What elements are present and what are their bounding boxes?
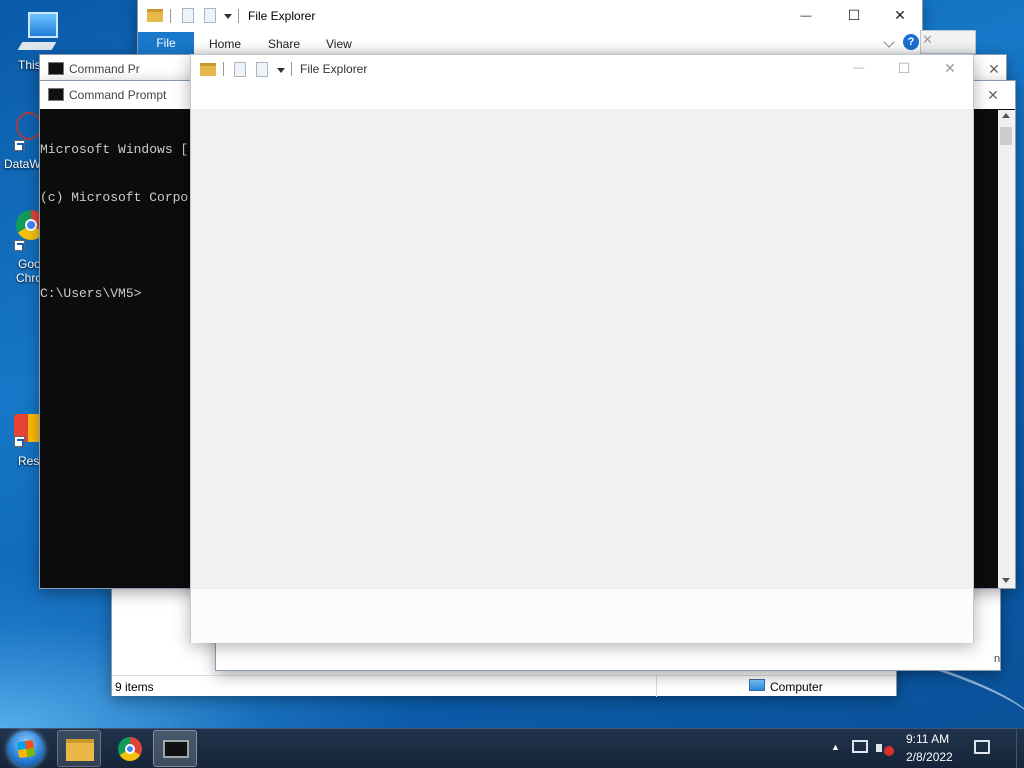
customize-qat-arrow-icon[interactable] — [277, 68, 285, 73]
title-bar[interactable]: File Explorer — ☐ ✕ — [191, 55, 973, 109]
monitor-stand-icon — [17, 42, 57, 50]
speaker-shape — [876, 744, 882, 752]
separator — [170, 9, 171, 23]
show-hidden-icons-button[interactable]: ▲ — [831, 742, 840, 752]
maximize-button[interactable]: ☐ — [882, 54, 926, 82]
cmd-icon — [163, 740, 189, 758]
file-explorer-window-back[interactable]: File Explorer — ☐ ✕ File Home Share View… — [137, 0, 923, 60]
expand-ribbon-chevron-icon[interactable] — [883, 36, 895, 48]
tab-home[interactable]: Home — [209, 37, 241, 51]
window-title: File Explorer — [248, 9, 316, 23]
cmd-icon — [48, 88, 64, 101]
minimize-button[interactable]: — — [784, 2, 828, 30]
close-button[interactable]: ✕ — [972, 55, 1016, 83]
bottom-area — [191, 589, 973, 643]
window-title: Command Prompt — [69, 88, 167, 102]
status-divider — [656, 676, 657, 697]
new-folder-icon[interactable] — [256, 62, 268, 77]
scrollbar-thumb[interactable] — [1000, 127, 1012, 145]
title-bar[interactable]: File Explorer — ☐ ✕ — [138, 0, 922, 30]
shortcut-arrow-icon — [14, 436, 25, 447]
mute-badge — [884, 746, 894, 756]
folder-icon — [66, 739, 94, 761]
taskbar-file-explorer[interactable] — [57, 730, 101, 767]
separator — [238, 9, 239, 23]
close-button[interactable]: ✕ — [878, 1, 922, 29]
tab-share[interactable]: Share — [268, 37, 300, 51]
monitor-icon — [28, 12, 58, 38]
desktop-icon-label: DataW — [4, 157, 41, 171]
windows-logo-icon — [16, 739, 36, 759]
properties-icon[interactable] — [234, 62, 246, 77]
status-bar: 9 items Computer — [112, 675, 896, 697]
desktop-icon-label: This — [18, 58, 41, 72]
volume-muted-icon[interactable] — [876, 740, 894, 756]
action-center-icon[interactable] — [974, 740, 990, 754]
customize-qat-arrow-icon[interactable] — [224, 14, 232, 19]
location-label: Computer — [770, 680, 823, 694]
window-title: Command Pr — [69, 62, 140, 76]
taskbar-chrome[interactable] — [108, 730, 152, 767]
separator — [291, 62, 292, 76]
scrollbar[interactable] — [998, 110, 1015, 588]
chrome-center — [25, 219, 37, 231]
shortcut-arrow-icon — [14, 240, 25, 251]
window-title: File Explorer — [300, 62, 368, 76]
desktop-icon-label: Goo — [18, 257, 41, 271]
maximize-button[interactable]: ☐ — [832, 1, 876, 29]
file-tab[interactable]: File — [138, 32, 194, 54]
minimize-button[interactable]: — — [837, 54, 881, 82]
cmd-icon — [48, 62, 64, 75]
background-close-icon: ✕ — [922, 32, 933, 47]
cut-text: n — [994, 653, 1001, 665]
help-icon[interactable]: ? — [903, 34, 919, 50]
content-area — [191, 109, 973, 589]
close-button[interactable]: ✕ — [928, 54, 972, 82]
scroll-up-arrow-icon[interactable] — [1002, 113, 1010, 118]
file-explorer-window-front[interactable]: File Explorer — ☐ ✕ — [190, 54, 974, 643]
desktop-icon-label: Res — [18, 454, 40, 468]
properties-icon[interactable] — [182, 8, 194, 23]
items-count: 9 items — [115, 680, 154, 694]
show-desktop-button[interactable] — [1016, 729, 1024, 768]
close-button[interactable]: ✕ — [971, 81, 1015, 109]
tab-view[interactable]: View — [326, 37, 352, 51]
chrome-center — [125, 744, 135, 754]
scroll-down-arrow-icon[interactable] — [1002, 578, 1010, 583]
taskbar-command-prompt[interactable] — [153, 730, 197, 767]
clock-date[interactable]: 2/8/2022 — [906, 750, 953, 764]
new-folder-icon[interactable] — [204, 8, 216, 23]
shortcut-arrow-icon — [14, 140, 25, 151]
folder-icon — [200, 63, 216, 76]
folder-icon — [147, 9, 163, 22]
network-icon[interactable] — [852, 740, 868, 753]
clock-time[interactable]: 9:11 AM — [906, 732, 949, 746]
computer-icon — [749, 679, 765, 691]
separator — [223, 62, 224, 76]
